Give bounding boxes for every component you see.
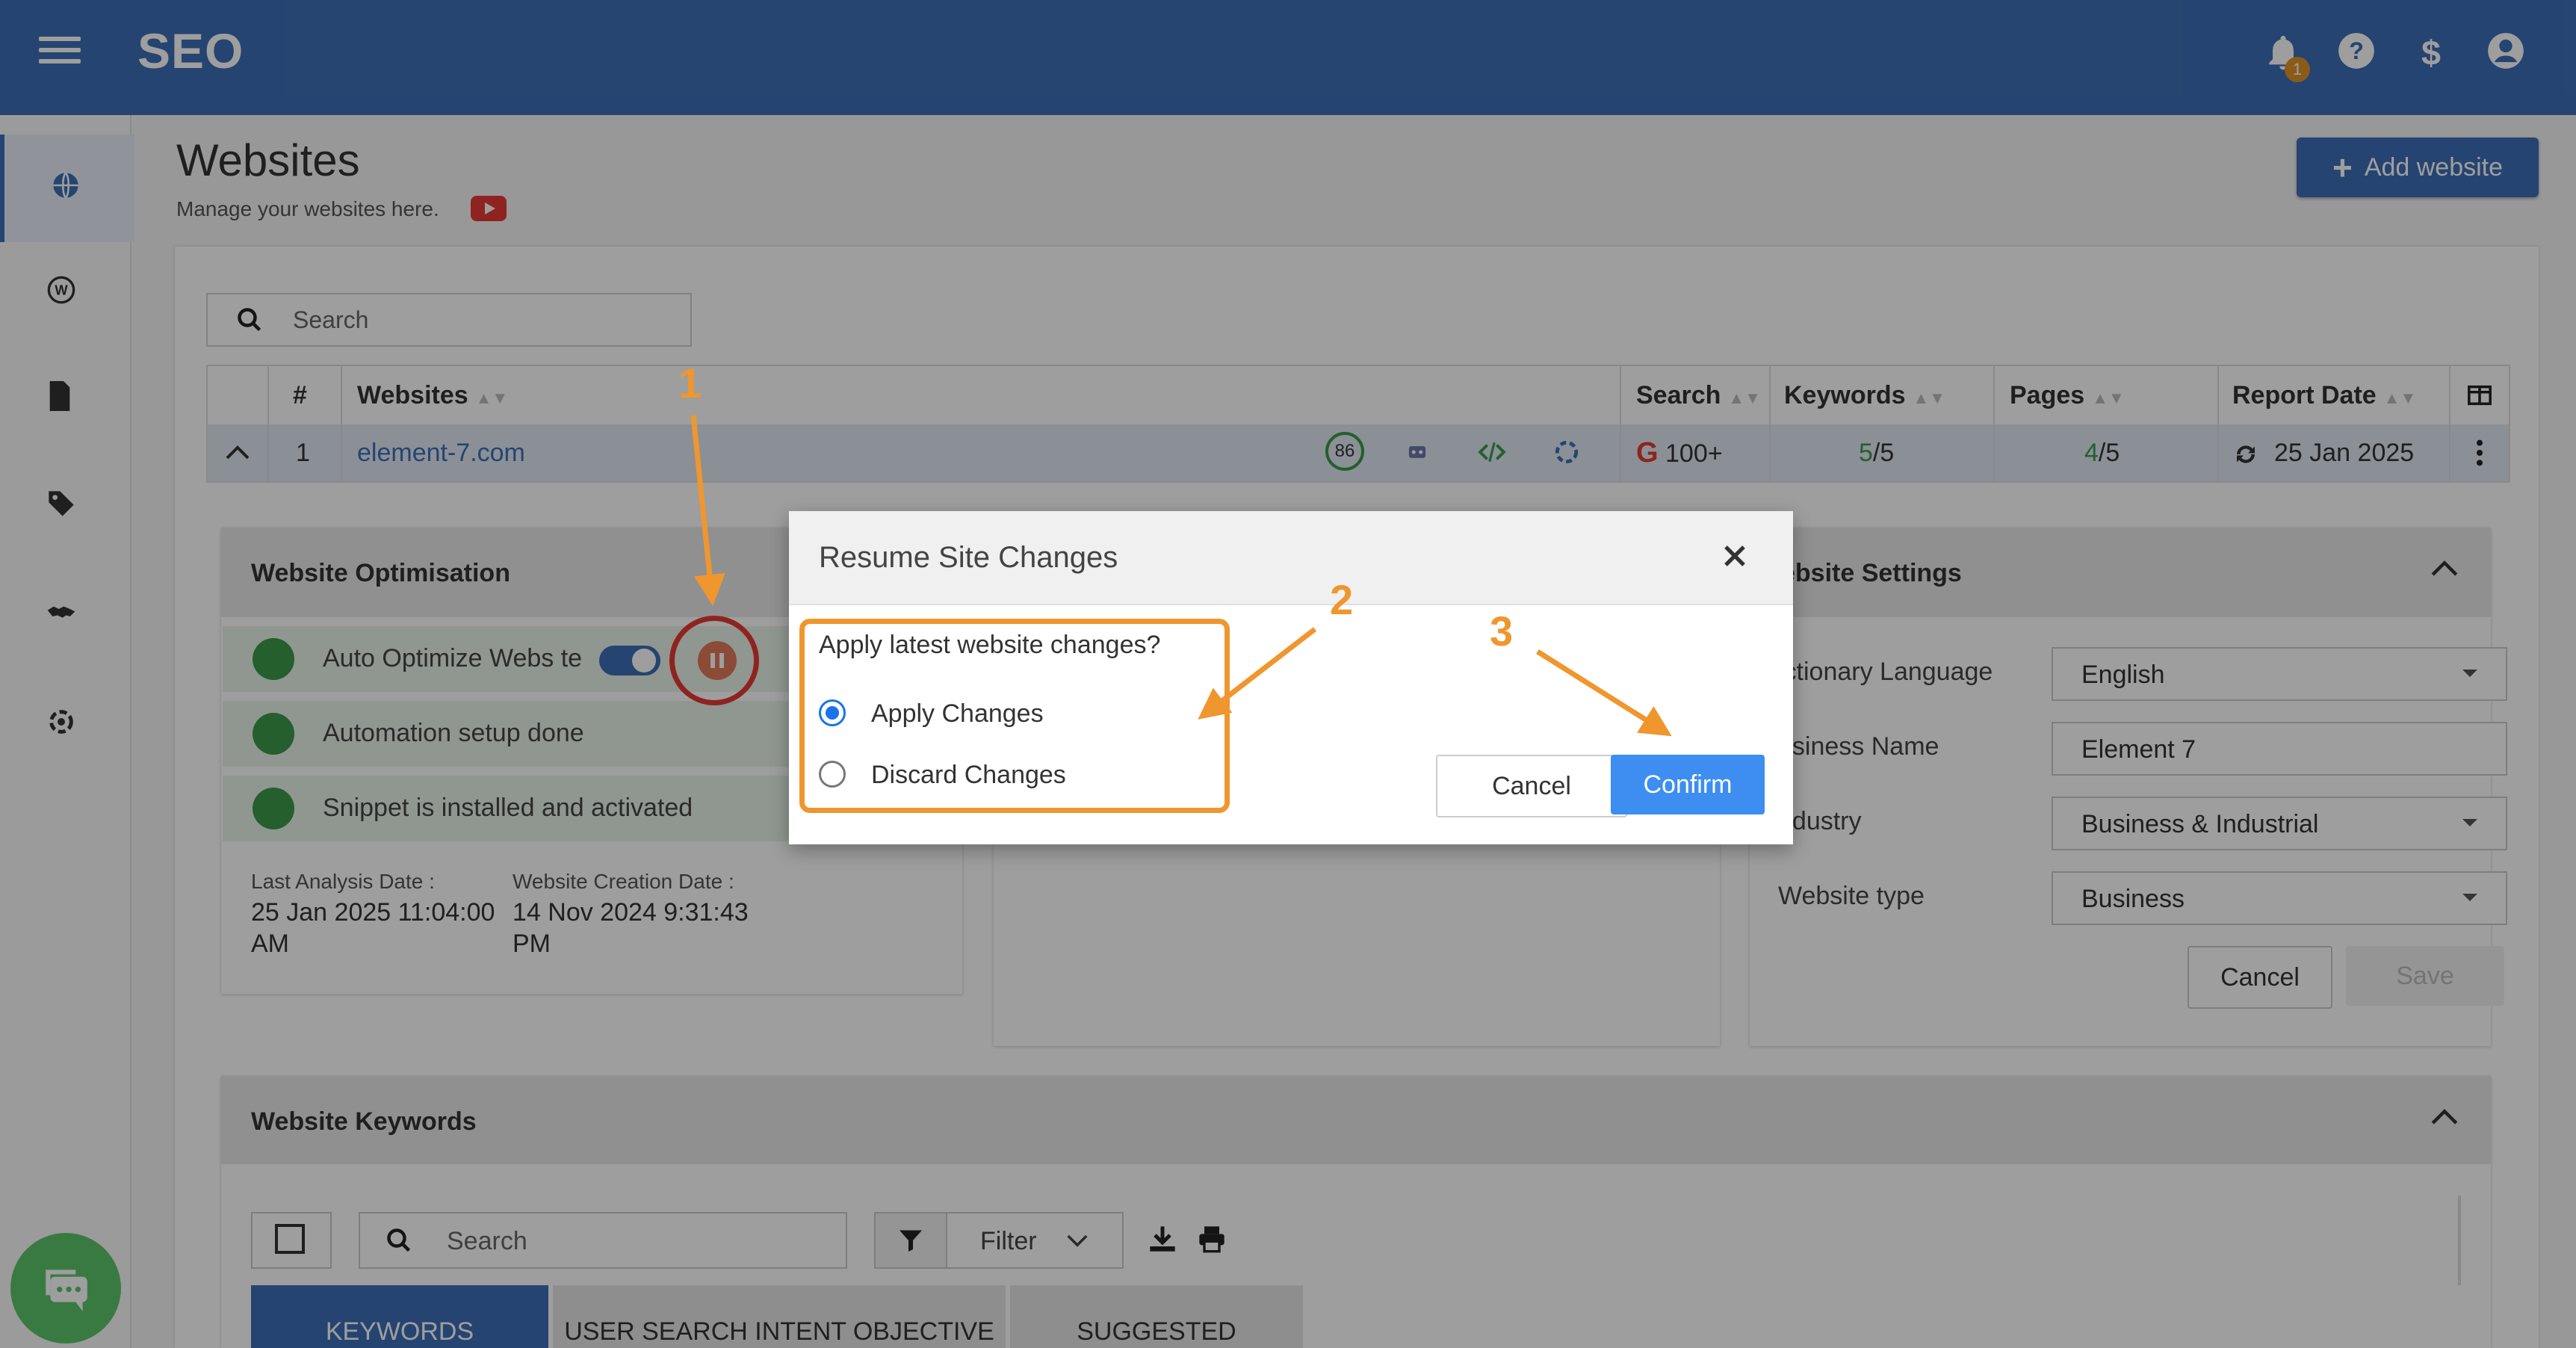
annotation-number-2: 2 xyxy=(1330,576,1354,623)
annotation-number-3: 3 xyxy=(1490,607,1514,655)
annotation-arrows xyxy=(690,415,1672,737)
arrow-3 xyxy=(1536,649,1672,737)
arrow-2 xyxy=(1198,627,1317,720)
annotation-number-1: 1 xyxy=(678,359,702,406)
arrow-1 xyxy=(690,415,725,606)
